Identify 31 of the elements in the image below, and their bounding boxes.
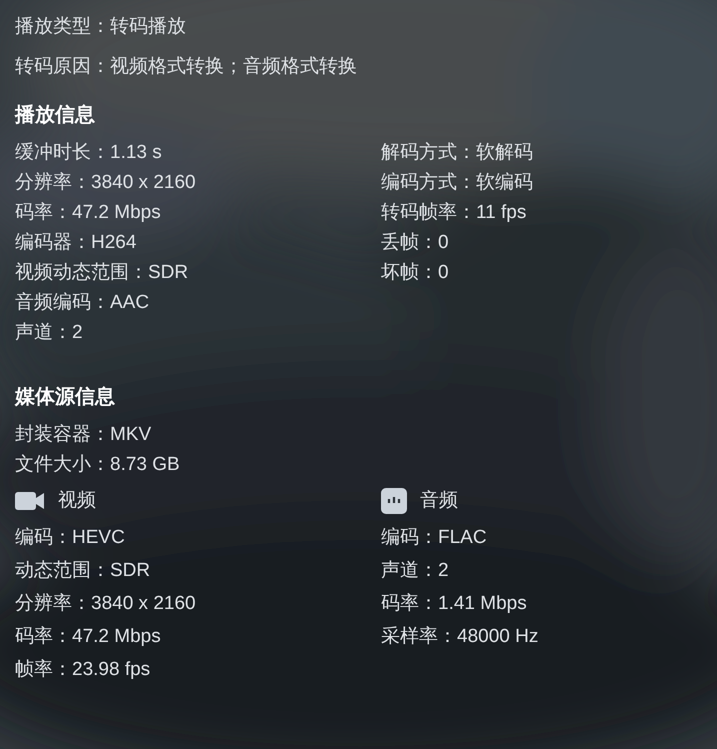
- info-text: 码率：47.2 Mbps: [15, 202, 161, 223]
- info-text: 解码方式：软解码: [381, 142, 533, 163]
- info-text: 坏帧：0: [381, 262, 449, 283]
- info-text: 编码：HEVC: [15, 527, 125, 548]
- section-label: 音频: [420, 488, 458, 513]
- info-text: 音频编码：AAC: [15, 292, 150, 313]
- info-text: 编码器：H264: [15, 232, 136, 253]
- info-text: 分辨率：3840 x 2160: [15, 593, 196, 614]
- info-text: 文件大小：8.73 GB: [15, 454, 180, 475]
- info-text: 播放信息: [15, 104, 95, 126]
- info-text: 分辨率：3840 x 2160: [15, 172, 196, 193]
- info-text: 动态范围：SDR: [15, 560, 150, 581]
- info-text: 声道：2: [381, 560, 449, 581]
- info-text: 播放类型：转码播放: [15, 16, 186, 37]
- info-text: 采样率：48000 Hz: [381, 626, 538, 647]
- info-text: 编码：FLAC: [381, 527, 487, 548]
- info-text: 帧率：23.98 fps: [15, 659, 150, 680]
- info-text: 视频动态范围：SDR: [15, 262, 188, 283]
- info-text: 丢帧：0: [381, 232, 449, 253]
- info-text: 媒体源信息: [15, 386, 115, 408]
- audio-icon: [381, 488, 407, 514]
- section-label: 视频: [58, 488, 96, 513]
- info-text: 编码方式：软编码: [381, 172, 533, 193]
- info-text: 转码原因：视频格式转换；音频格式转换: [15, 56, 357, 77]
- info-text: 封装容器：MKV: [15, 424, 152, 445]
- info-text: 缓冲时长：1.13 s: [15, 142, 162, 163]
- info-text: 码率：1.41 Mbps: [381, 593, 527, 614]
- video-camera-icon: [15, 492, 45, 510]
- info-text: 声道：2: [15, 322, 83, 343]
- info-text: 转码帧率：11 fps: [381, 202, 526, 223]
- info-text: 码率：47.2 Mbps: [15, 626, 161, 647]
